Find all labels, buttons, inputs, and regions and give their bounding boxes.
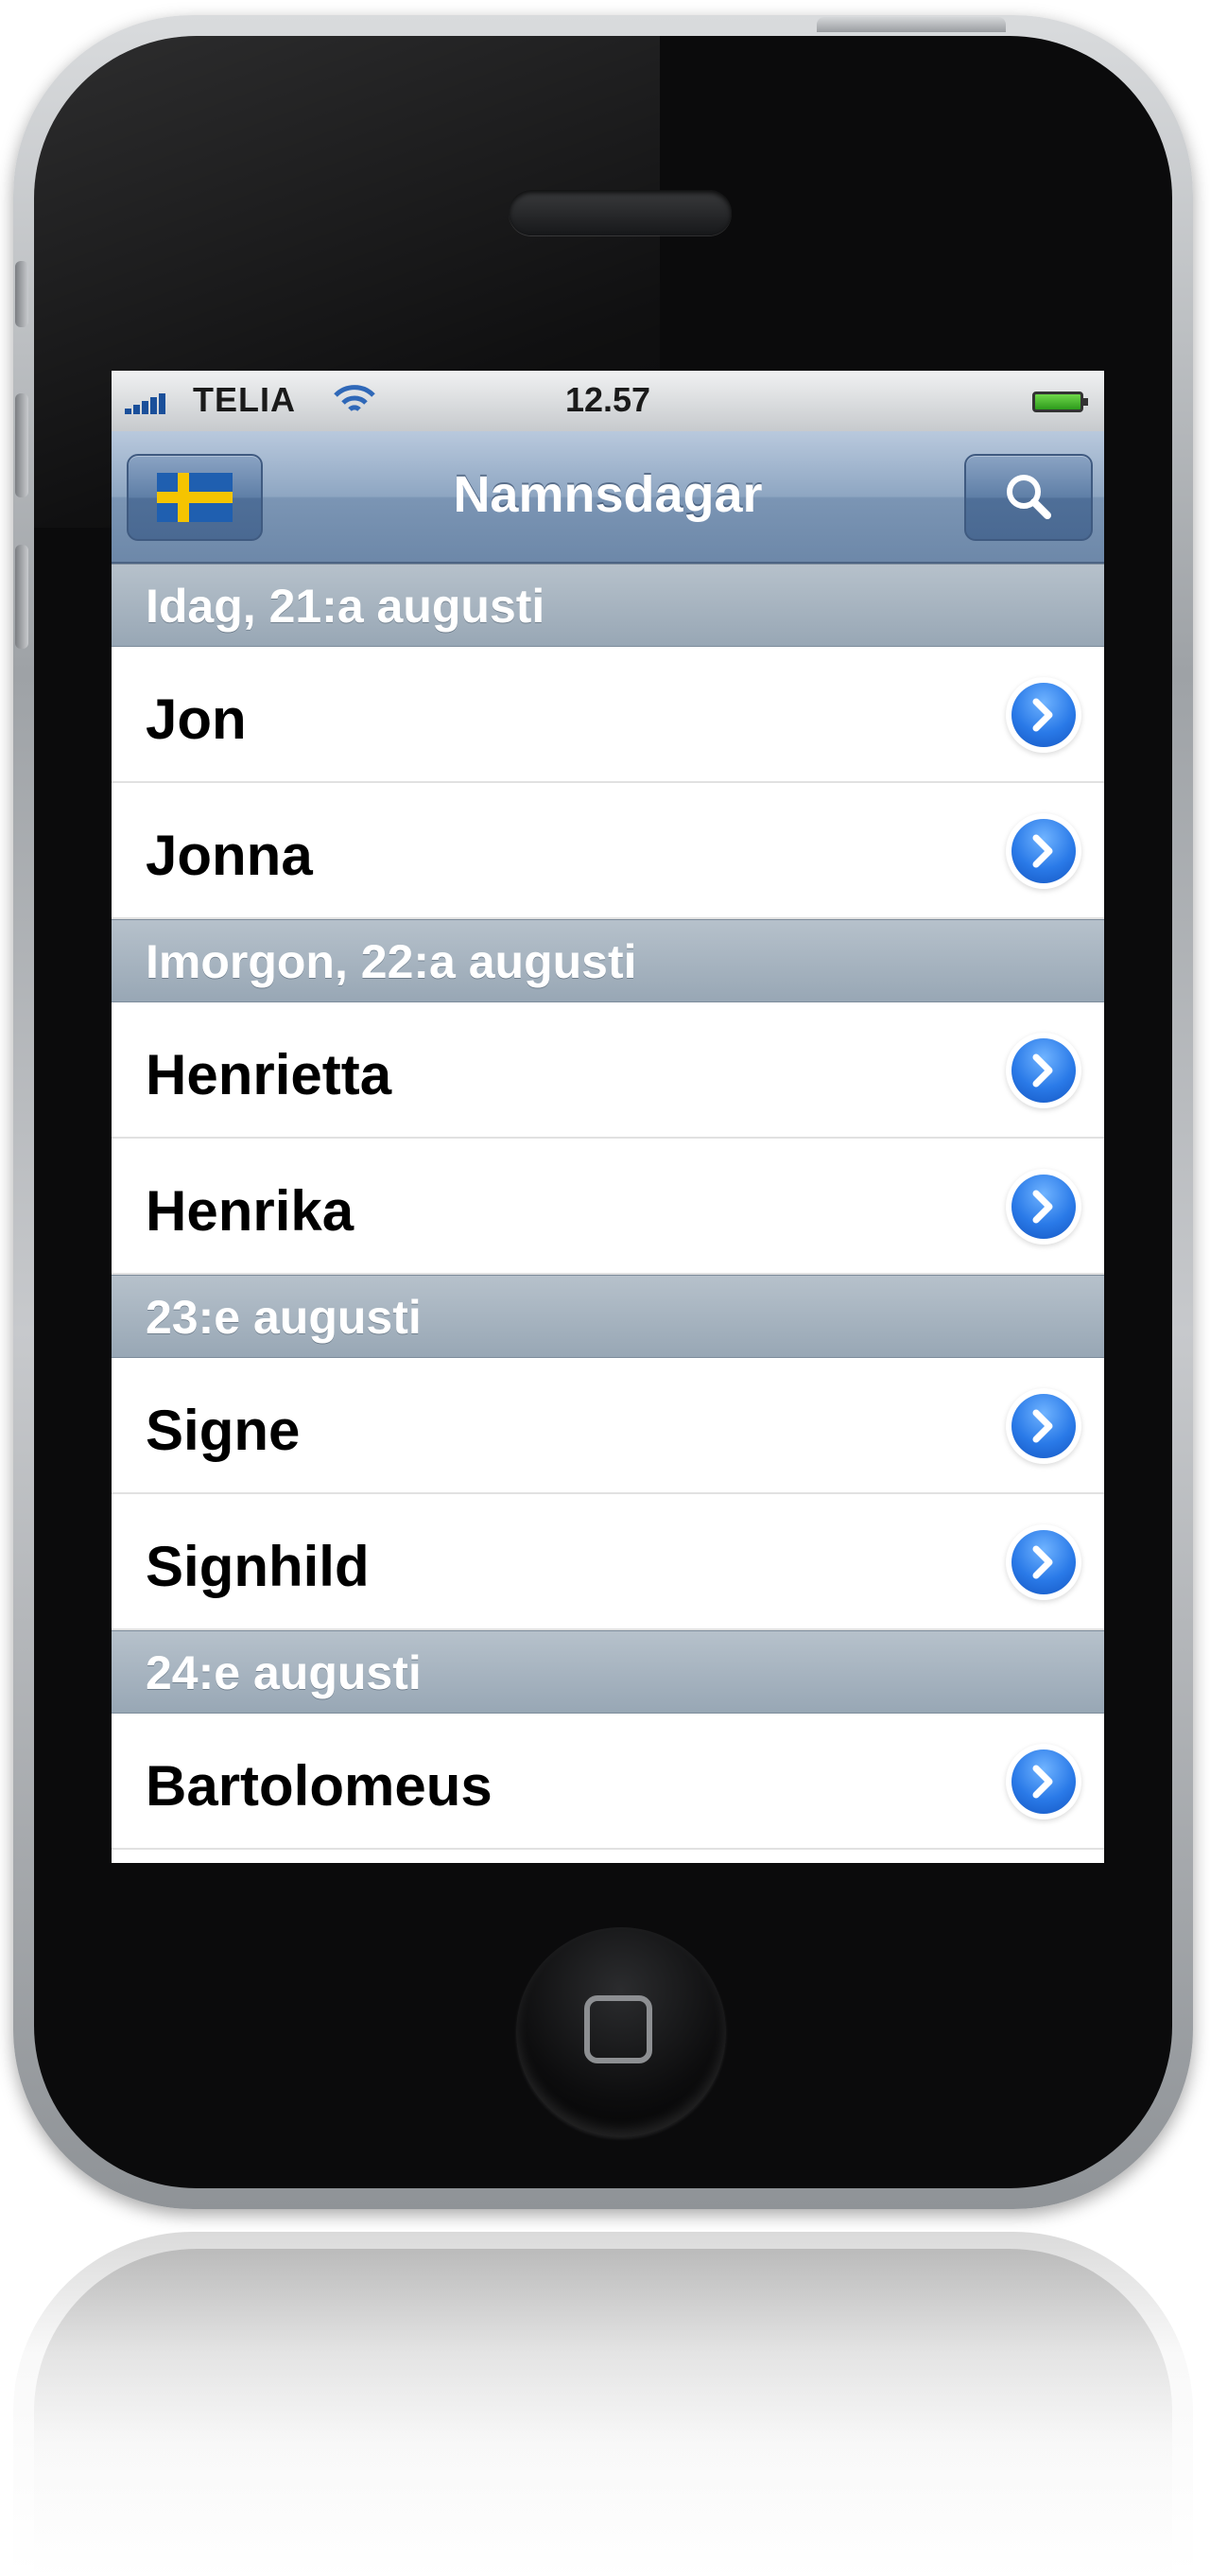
navigation-bar: Namnsdagar — [112, 431, 1104, 564]
list-item[interactable]: Signe — [112, 1358, 1104, 1494]
detail-disclosure-button[interactable] — [1011, 1394, 1076, 1458]
chevron-right-icon — [1032, 834, 1053, 868]
volume-down-button — [15, 545, 28, 649]
name-label: Signe — [146, 1399, 301, 1462]
nav-title: Namnsdagar — [453, 466, 763, 523]
name-label: Signhild — [146, 1535, 370, 1598]
section-header: Imorgon, 22:a augusti — [112, 919, 1104, 1002]
section-header: 23:e augusti — [112, 1275, 1104, 1358]
volume-up-button — [15, 393, 28, 497]
status-time: 12.57 — [564, 380, 651, 419]
list-item[interactable]: Signhild — [112, 1494, 1104, 1630]
name-label: Henrietta — [146, 1043, 392, 1106]
home-button[interactable] — [516, 1927, 726, 2137]
phone-reflection — [13, 2232, 1193, 2576]
list-item[interactable]: Henrietta — [112, 1002, 1104, 1139]
chevron-right-icon — [1032, 1190, 1053, 1224]
name-list: Idag, 21:a augusti Jon Jonna Imorgon, 22… — [112, 564, 1104, 1850]
home-square-icon — [584, 1995, 652, 2063]
section-header: Idag, 21:a augusti — [112, 564, 1104, 647]
chevron-right-icon — [1032, 698, 1053, 732]
mute-switch — [15, 261, 28, 327]
list-item[interactable]: Jonna — [112, 783, 1104, 919]
list-item[interactable]: Henrika — [112, 1139, 1104, 1275]
detail-disclosure-button[interactable] — [1011, 1749, 1076, 1814]
earpiece-speaker — [509, 190, 732, 235]
chevron-right-icon — [1032, 1545, 1053, 1579]
section-header: 24:e augusti — [112, 1630, 1104, 1714]
status-bar: TELIA 12.57 — [112, 371, 1104, 431]
detail-disclosure-button[interactable] — [1011, 1530, 1076, 1594]
detail-disclosure-button[interactable] — [1011, 1175, 1076, 1239]
name-label: Bartolomeus — [146, 1754, 493, 1818]
sleep-button — [817, 17, 1006, 32]
list-item[interactable]: Jon — [112, 647, 1104, 783]
name-label: Henrika — [146, 1179, 354, 1243]
list-item[interactable]: Bartolomeus — [112, 1714, 1104, 1850]
chevron-right-icon — [1032, 1053, 1053, 1088]
detail-disclosure-button[interactable] — [1011, 819, 1076, 883]
detail-disclosure-button[interactable] — [1011, 1038, 1076, 1103]
phone-screen: TELIA 12.57 Namnsdagar Idag, 21:a august… — [112, 371, 1104, 1863]
name-label: Jon — [146, 688, 247, 751]
battery-icon — [1032, 392, 1088, 412]
name-label: Jonna — [146, 824, 313, 887]
search-button[interactable] — [964, 454, 1093, 541]
search-icon — [1007, 475, 1051, 519]
chevron-right-icon — [1032, 1409, 1053, 1443]
chevron-right-icon — [1032, 1765, 1053, 1799]
detail-disclosure-button[interactable] — [1011, 683, 1076, 747]
